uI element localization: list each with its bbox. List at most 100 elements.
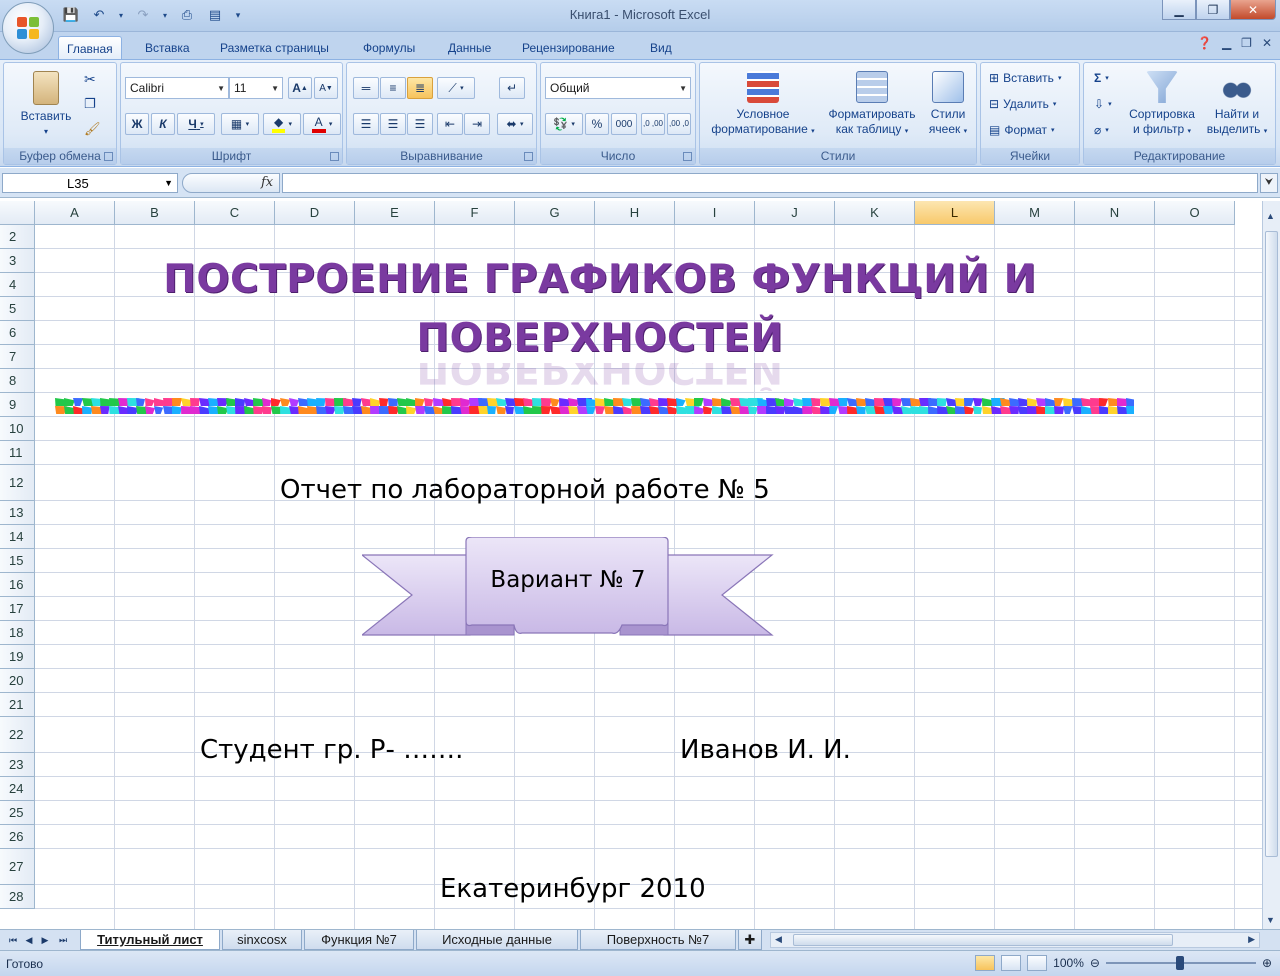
zoom-out-icon[interactable]: ⊖	[1090, 956, 1100, 970]
column-header[interactable]: B	[115, 201, 195, 225]
row-header[interactable]: 16	[0, 573, 35, 597]
cell-styles-button[interactable]: Стили ячеек ▾	[922, 71, 974, 139]
italic-button[interactable]: К	[151, 113, 175, 135]
page-layout-view-icon[interactable]	[1001, 955, 1022, 971]
zoom-slider[interactable]	[1105, 956, 1256, 970]
column-header[interactable]: N	[1075, 201, 1155, 225]
row-header[interactable]: 19	[0, 645, 35, 669]
scroll-right-icon[interactable]: ▶	[1248, 934, 1255, 945]
increase-decimal-button[interactable]: ,0 ,00	[641, 113, 665, 135]
find-select-button[interactable]: Найти и выделить ▾	[1200, 71, 1274, 139]
column-header[interactable]: D	[275, 201, 355, 225]
decrease-indent-button[interactable]: ⇤	[437, 113, 463, 135]
column-header[interactable]: A	[35, 201, 115, 225]
column-header[interactable]: M	[995, 201, 1075, 225]
delete-cells-button[interactable]: ⊟ Удалить ▾	[989, 97, 1056, 111]
row-header[interactable]: 17	[0, 597, 35, 621]
column-header[interactable]: G	[515, 201, 595, 225]
thousands-button[interactable]: 000	[611, 113, 637, 135]
copy-icon[interactable]: ❐	[84, 96, 96, 112]
sheet-tab-source-data[interactable]: Исходные данные	[416, 930, 578, 950]
formula-input[interactable]	[282, 173, 1258, 193]
currency-button[interactable]: 💱 ▾	[545, 113, 583, 135]
insert-function-icon[interactable]: fx	[261, 175, 273, 190]
paste-button[interactable]: Вставить ▾	[14, 71, 78, 139]
scroll-down-icon[interactable]: ▼	[1266, 915, 1275, 925]
scroll-up-icon[interactable]: ▲	[1266, 211, 1275, 221]
align-center-button[interactable]: ☰	[380, 113, 406, 135]
sheet-tab-function-7[interactable]: Функция №7	[304, 930, 414, 950]
orientation-button[interactable]: ⟋ ▾	[437, 77, 475, 99]
font-launcher-icon[interactable]	[330, 152, 339, 161]
align-middle-button[interactable]: ≡	[380, 77, 406, 99]
wrap-text-button[interactable]: ↵	[499, 77, 525, 99]
close-button[interactable]: ✕	[1230, 0, 1276, 20]
insert-cells-button[interactable]: ⊞ Вставить ▾	[989, 71, 1061, 85]
tab-formulas[interactable]: Формулы	[355, 36, 423, 60]
restore-button[interactable]: ❐	[1196, 0, 1230, 20]
help-icon[interactable]: ❓	[1197, 36, 1212, 50]
clear-button[interactable]: ⌀ ▾	[1094, 123, 1109, 137]
row-header[interactable]: 4	[0, 273, 35, 297]
fill-button[interactable]: ⇩ ▾	[1094, 97, 1112, 111]
increase-indent-button[interactable]: ⇥	[464, 113, 490, 135]
row-header[interactable]: 10	[0, 417, 35, 441]
horizontal-scroll-thumb[interactable]	[793, 934, 1173, 946]
column-header[interactable]: H	[595, 201, 675, 225]
row-header[interactable]: 9	[0, 393, 35, 417]
column-header[interactable]: J	[755, 201, 835, 225]
column-header[interactable]: K	[835, 201, 915, 225]
vertical-scroll-thumb[interactable]	[1265, 231, 1278, 857]
sheet-tab-surface-7[interactable]: Поверхность №7	[580, 930, 736, 950]
next-sheet-icon[interactable]: ▶	[38, 933, 52, 947]
clipboard-launcher-icon[interactable]	[104, 152, 113, 161]
align-top-button[interactable]: ═	[353, 77, 379, 99]
zoom-in-icon[interactable]: ⊕	[1262, 956, 1272, 970]
row-header[interactable]: 21	[0, 693, 35, 717]
ribbon-minimize-icon[interactable]: ▁	[1222, 36, 1231, 50]
row-header[interactable]: 27	[0, 849, 35, 885]
select-all-corner[interactable]	[0, 201, 35, 225]
column-header[interactable]: F	[435, 201, 515, 225]
row-header[interactable]: 23	[0, 753, 35, 777]
alignment-launcher-icon[interactable]	[524, 152, 533, 161]
tab-page-layout[interactable]: Разметка страницы	[212, 36, 337, 60]
row-header[interactable]: 5	[0, 297, 35, 321]
column-header[interactable]: C	[195, 201, 275, 225]
row-header[interactable]: 15	[0, 549, 35, 573]
row-header[interactable]: 13	[0, 501, 35, 525]
format-painter-icon[interactable]: 🖌	[84, 121, 101, 137]
borders-button[interactable]: ▦ ▾	[221, 113, 259, 135]
prev-sheet-icon[interactable]: ◀	[22, 933, 36, 947]
row-header[interactable]: 22	[0, 717, 35, 753]
font-size-combo[interactable]: 11 ▼	[229, 77, 283, 99]
autosum-button[interactable]: Σ ▾	[1094, 71, 1109, 85]
merge-center-button[interactable]: ⬌ ▾	[497, 113, 533, 135]
row-header[interactable]: 2	[0, 225, 35, 249]
row-header[interactable]: 20	[0, 669, 35, 693]
tab-review[interactable]: Рецензирование	[514, 36, 623, 60]
shrink-font-button[interactable]: A ▼	[314, 77, 338, 99]
tab-view[interactable]: Вид	[642, 36, 680, 60]
conditional-formatting-button[interactable]: Условное форматирование ▾	[704, 71, 822, 139]
zoom-slider-thumb[interactable]	[1175, 956, 1184, 970]
ribbon-close-icon[interactable]: ✕	[1262, 36, 1272, 50]
row-header[interactable]: 18	[0, 621, 35, 645]
minimize-button[interactable]: ▁	[1162, 0, 1196, 20]
sort-filter-button[interactable]: Сортировка и фильтр ▾	[1122, 71, 1202, 139]
font-color-button[interactable]: А ▾	[303, 113, 341, 135]
tab-insert[interactable]: Вставка	[137, 36, 198, 60]
number-format-combo[interactable]: Общий ▼	[545, 77, 691, 99]
sheet-tab-sinxcosx[interactable]: sinxcosx	[222, 930, 302, 950]
number-launcher-icon[interactable]	[683, 152, 692, 161]
row-header[interactable]: 7	[0, 345, 35, 369]
vertical-scrollbar[interactable]: ▲ ▼	[1262, 201, 1280, 929]
column-header[interactable]: E	[355, 201, 435, 225]
row-header[interactable]: 14	[0, 525, 35, 549]
name-box[interactable]: L35 ▼	[2, 173, 178, 193]
row-header[interactable]: 8	[0, 369, 35, 393]
align-left-button[interactable]: ☰	[353, 113, 379, 135]
column-header[interactable]: I	[675, 201, 755, 225]
row-header[interactable]: 28	[0, 885, 35, 909]
expand-formula-bar-button[interactable]: ⮟	[1260, 173, 1278, 193]
